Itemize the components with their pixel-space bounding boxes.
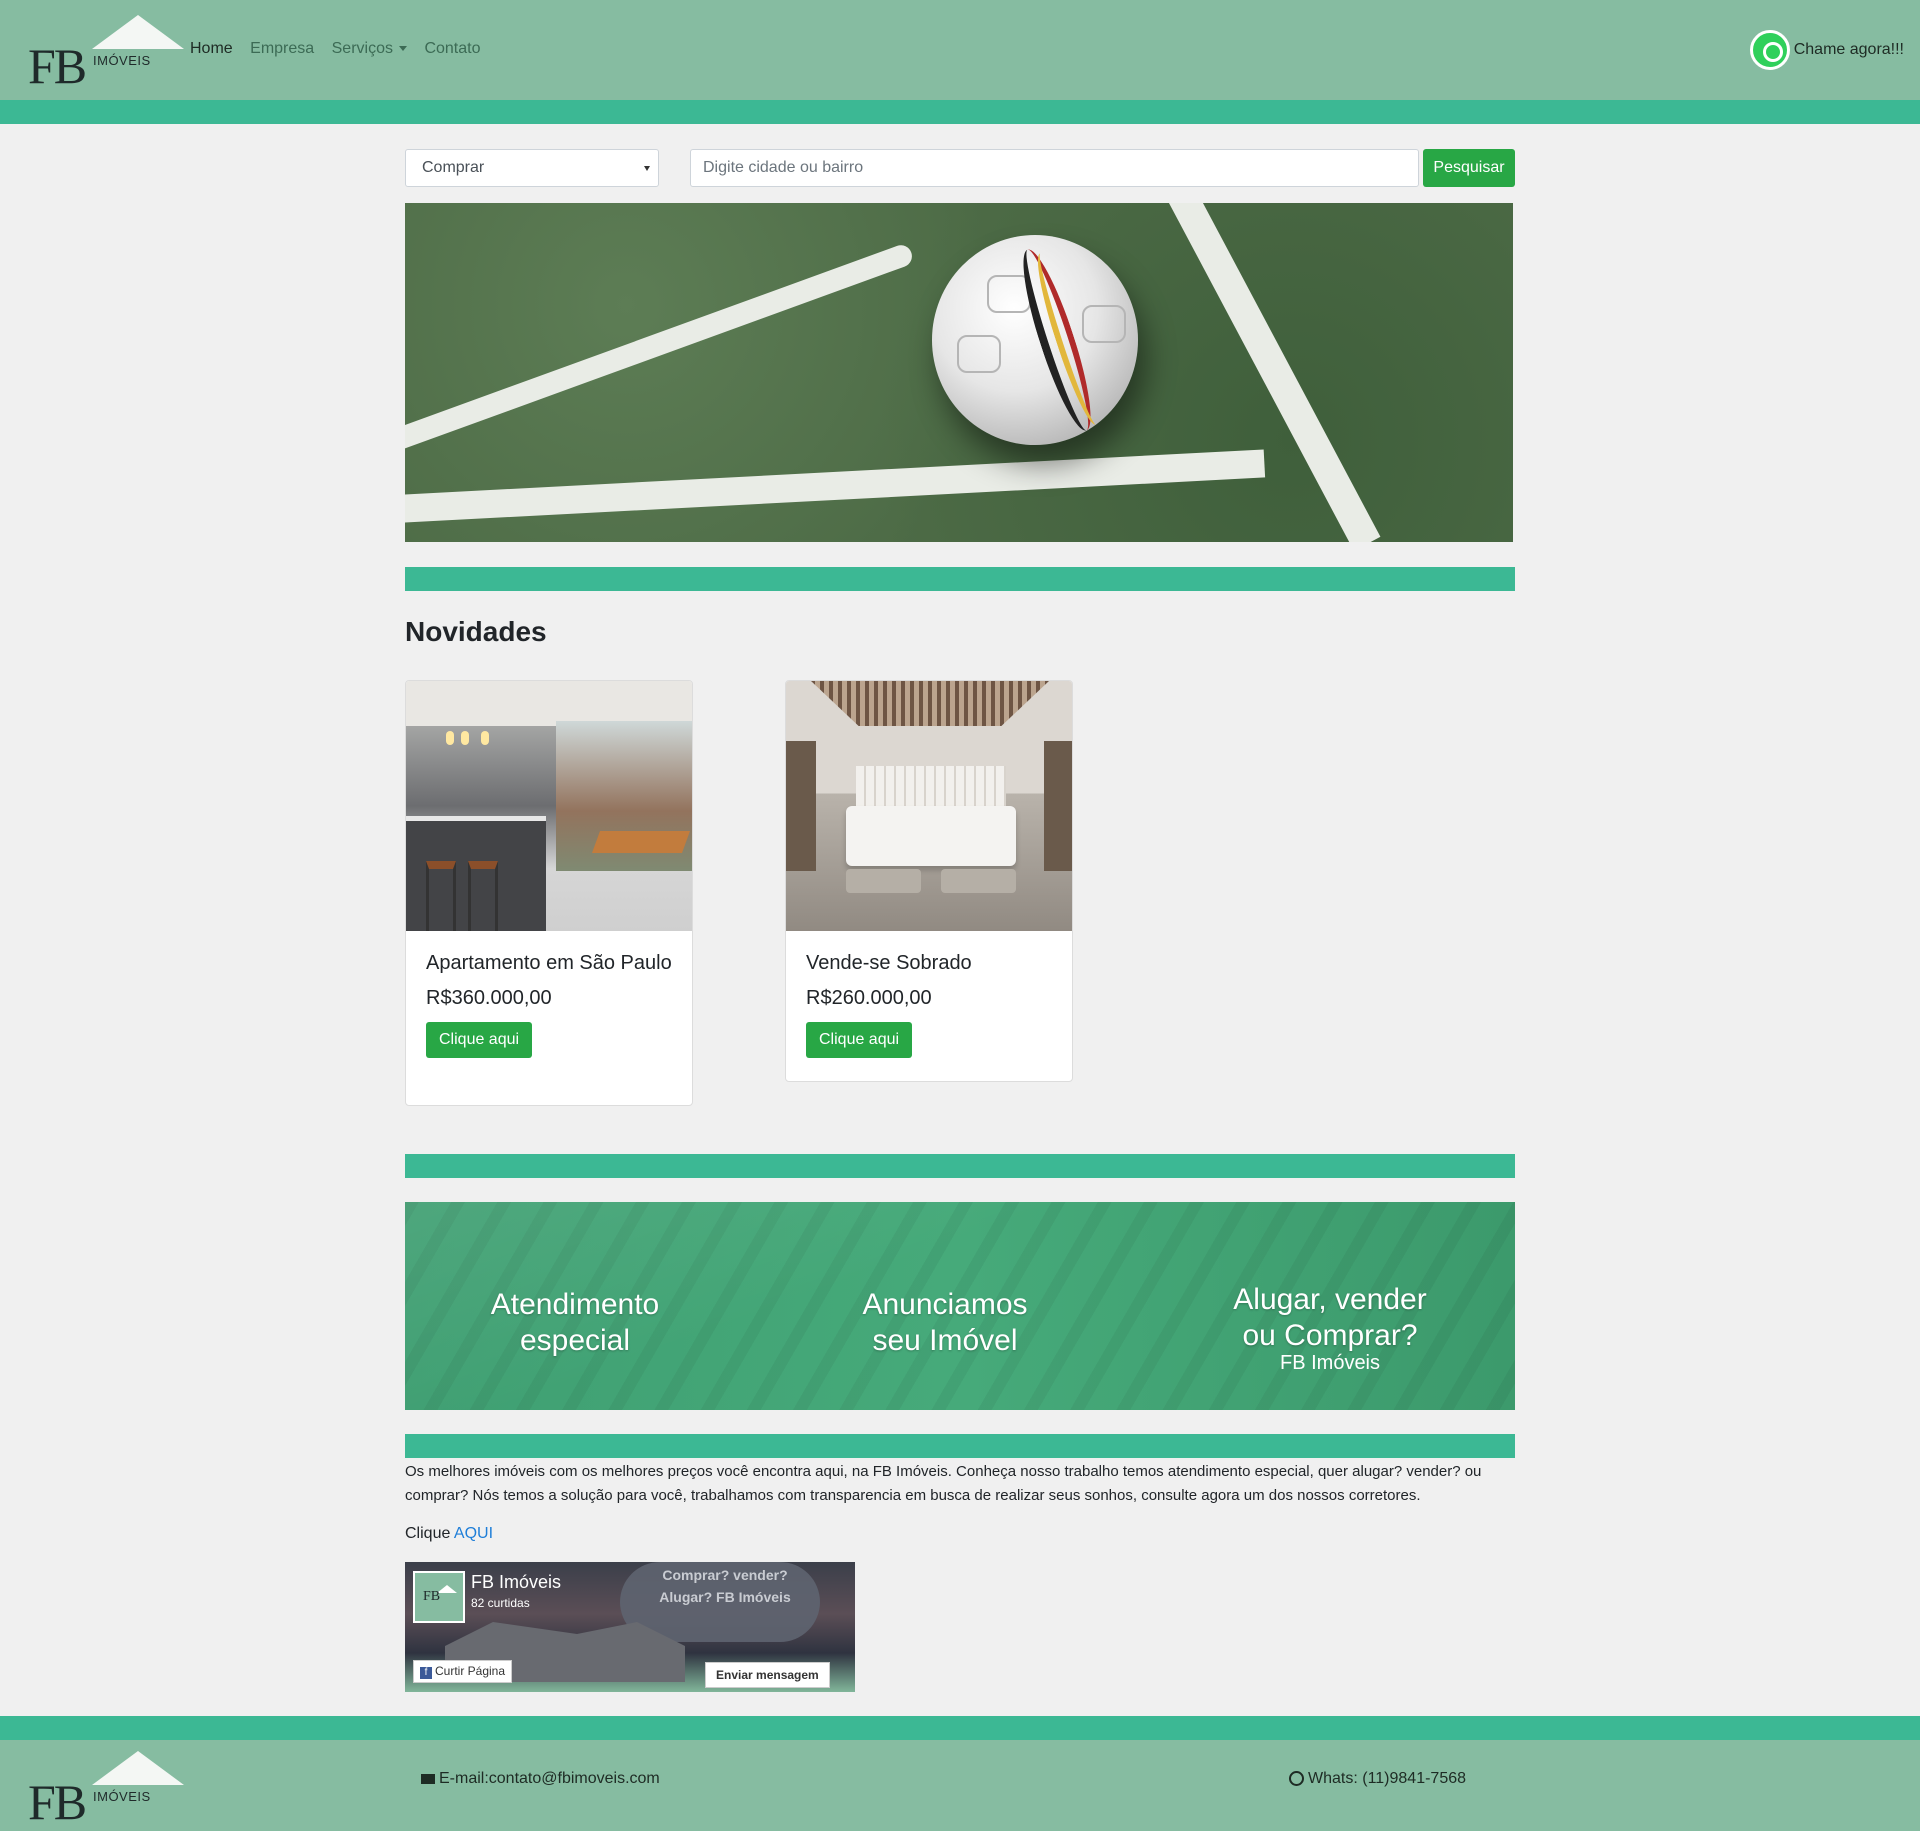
logo-main-text: FB [28, 1774, 87, 1830]
card-body: Apartamento em São Paulo R$360.000,00 Cl… [406, 931, 692, 1078]
ball-patch [1082, 305, 1126, 343]
lamp [461, 731, 469, 745]
whatsapp-cta[interactable]: Chame agora!!! [1749, 30, 1904, 70]
cover-text: Comprar? vender? Alugar? FB Imóveis [659, 1567, 791, 1605]
nav-item-contato[interactable]: Contato [424, 40, 480, 57]
bench [941, 869, 1016, 893]
footer: FB IMÓVEIS [0, 1740, 1920, 1831]
search-input[interactable]: Digite cidade ou bairro [690, 149, 1419, 187]
wall-panel [1044, 741, 1072, 871]
promo-banner: Atendimento especial Anunciamos seu Imóv… [405, 1202, 1515, 1410]
roof-icon [92, 1751, 184, 1785]
ball-patch [957, 335, 1001, 373]
divider-stripe [405, 567, 1515, 591]
lamp [446, 731, 454, 745]
divider-stripe [405, 1154, 1515, 1178]
stool [468, 861, 498, 931]
property-card: Vende-se Sobrado R$260.000,00 Clique aqu… [785, 680, 1073, 1082]
search-placeholder: Digite cidade ou bairro [703, 159, 864, 176]
avatar-logo-text: FB [423, 1589, 441, 1604]
whatsapp-cta-label: Chame agora!!! [1793, 41, 1904, 58]
property-card: Apartamento em São Paulo R$360.000,00 Cl… [405, 680, 693, 1106]
bed [846, 806, 1016, 866]
promo-text-1: Atendimento especial [490, 1288, 660, 1357]
stool [426, 861, 456, 931]
send-message-button[interactable]: Enviar mensagem [705, 1662, 830, 1688]
card-body: Vende-se Sobrado R$260.000,00 Clique aqu… [786, 931, 1072, 1078]
bench [846, 869, 921, 893]
page-likes: 82 curtidas [471, 1596, 530, 1610]
section-title: Novidades [405, 616, 547, 647]
divider-stripe [405, 1434, 1515, 1458]
footer-logo[interactable]: FB IMÓVEIS [28, 1751, 184, 1830]
whatsapp-icon [1749, 30, 1790, 70]
hero-banner-image [405, 203, 1513, 542]
field-line [405, 242, 915, 455]
clique-line: Clique AQUI [405, 1525, 493, 1543]
nav-item-home[interactable]: Home [190, 40, 233, 57]
whatsapp-icon [1289, 1771, 1304, 1787]
chevron-down-icon [398, 46, 407, 52]
nav-item-servicos[interactable]: Serviços [332, 40, 407, 57]
facebook-page-widget[interactable]: Comprar? vender? Alugar? FB Imóveis FB F… [405, 1562, 855, 1692]
top-navbar: FB IMÓVEIS Home Empresa Serviços Contato… [0, 0, 1920, 100]
send-message-label: Enviar mensagem [716, 1668, 819, 1682]
promo-text-2: Anunciamos seu Imóvel [862, 1288, 1028, 1357]
nav-item-empresa[interactable]: Empresa [250, 40, 314, 57]
card-price: R$260.000,00 [806, 987, 932, 1009]
footer-email-text: E-mail:contato@fbimoveis.com [439, 1770, 660, 1787]
table [591, 831, 691, 853]
soccer-ball [932, 235, 1138, 445]
select-arrow-icon [644, 166, 650, 171]
about-text: Os melhores imóveis com os melhores preç… [405, 1463, 1482, 1504]
logo-sub-text: IMÓVEIS [93, 1789, 151, 1804]
facebook-icon: f [420, 1667, 432, 1679]
transaction-type-select[interactable]: Comprar [405, 149, 659, 187]
clique-prefix: Clique [405, 1525, 451, 1542]
clique-link[interactable]: AQUI [454, 1525, 493, 1542]
main-nav: Home Empresa Serviços Contato [190, 40, 493, 58]
footer-whatsapp-text: Whats: (11)9841-7568 [1308, 1770, 1467, 1787]
card-title: Apartamento em São Paulo [426, 952, 672, 974]
wall-panel [786, 741, 816, 871]
lamp [481, 731, 489, 745]
card-title: Vende-se Sobrado [806, 952, 972, 974]
brand-logo[interactable]: FB IMÓVEIS [28, 15, 184, 94]
property-image[interactable] [406, 681, 692, 931]
page-name[interactable]: FB Imóveis [471, 1572, 561, 1593]
promo-text-3: Alugar, vender ou Comprar? [1233, 1283, 1427, 1352]
envelope-icon [421, 1773, 435, 1784]
header-stripe [0, 100, 1920, 124]
field-line [405, 449, 1266, 525]
field-line [1156, 203, 1381, 542]
footer-stripe [0, 1716, 1920, 1740]
card-button[interactable]: Clique aqui [426, 1022, 533, 1058]
footer-whatsapp[interactable]: Whats: (11)9841-7568 [1289, 1770, 1466, 1788]
card-button[interactable]: Clique aqui [806, 1022, 913, 1058]
footer-email[interactable]: E-mail:contato@fbimoveis.com [421, 1770, 660, 1788]
logo-sub-text: IMÓVEIS [93, 53, 151, 68]
search-button[interactable]: Pesquisar [1423, 149, 1515, 187]
roof-icon [92, 15, 184, 49]
promo-subtext: FB Imóveis [1279, 1352, 1381, 1374]
ceiling [811, 681, 1049, 726]
page-avatar[interactable]: FB [413, 1571, 465, 1623]
property-image[interactable] [786, 681, 1072, 931]
card-price: R$360.000,00 [426, 987, 552, 1009]
select-value: Comprar [422, 159, 485, 176]
logo-main-text: FB [28, 38, 87, 94]
like-page-button[interactable]: f Curtir Página [413, 1660, 513, 1683]
like-page-label: Curtir Página [435, 1664, 506, 1678]
nav-item-servicos-label: Serviços [331, 40, 393, 57]
